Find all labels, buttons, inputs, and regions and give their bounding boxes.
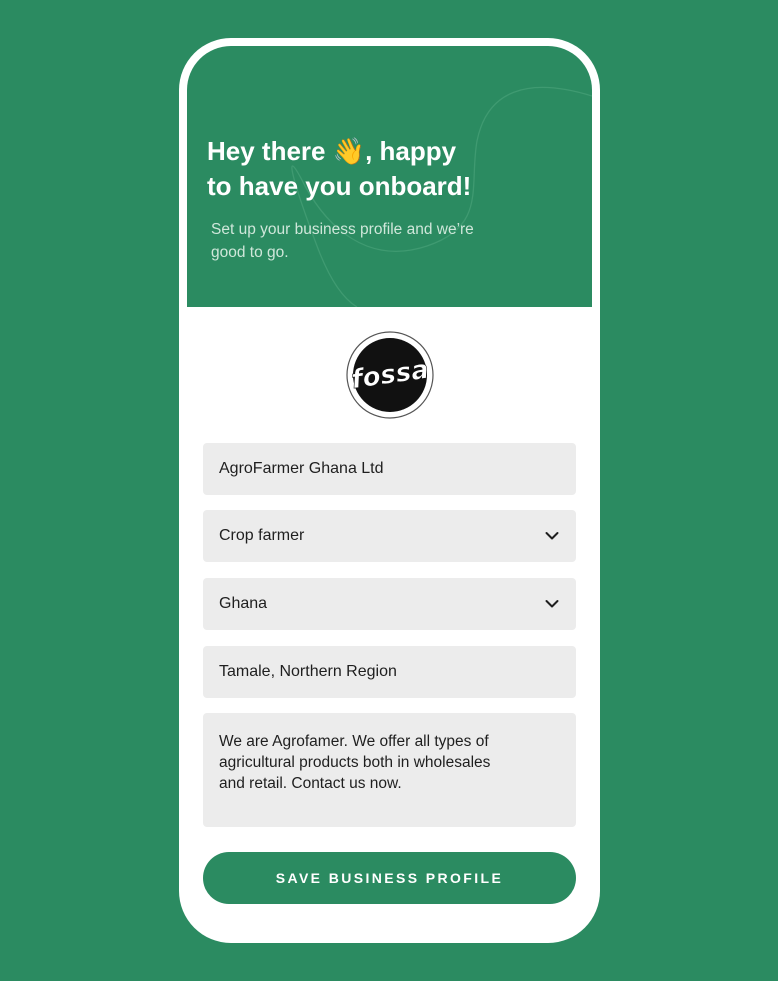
page-subtitle: Set up your business profile and we’re g… [211,221,474,261]
country-select[interactable]: Ghana [203,578,576,630]
business-type-select[interactable]: Crop farmer [203,510,576,562]
onboarding-header: Hey there 👋, happy to have you onboard! … [187,46,592,307]
page-title: Hey there 👋, happy to have you onboard! [207,134,507,204]
title-line-2: to have you onboard! [207,171,472,201]
app-screen: Hey there 👋, happy to have you onboard! … [187,46,592,935]
location-field[interactable]: Tamale, Northern Region [203,646,576,698]
save-business-profile-button[interactable]: SAVE BUSINESS PROFILE [203,852,576,904]
location-value: Tamale, Northern Region [219,663,397,680]
title-line-1: Hey there 👋, happy [207,136,457,166]
phone-frame: Hey there 👋, happy to have you onboard! … [179,38,600,943]
chevron-down-icon [545,600,559,608]
business-description-textarea[interactable]: We are Agrofamer. We offer all types of … [203,713,576,827]
business-type-value: Crop farmer [219,527,305,544]
chevron-down-icon [545,532,559,540]
country-value: Ghana [219,595,268,612]
business-name-value: AgroFarmer Ghana Ltd [219,460,384,477]
business-description-value: We are Agrofamer. We offer all types of … [219,733,491,792]
business-name-field[interactable]: AgroFarmer Ghana Ltd [203,443,576,495]
business-logo[interactable]: fossa [346,331,434,419]
fossa-logo-icon: fossa [346,331,434,419]
